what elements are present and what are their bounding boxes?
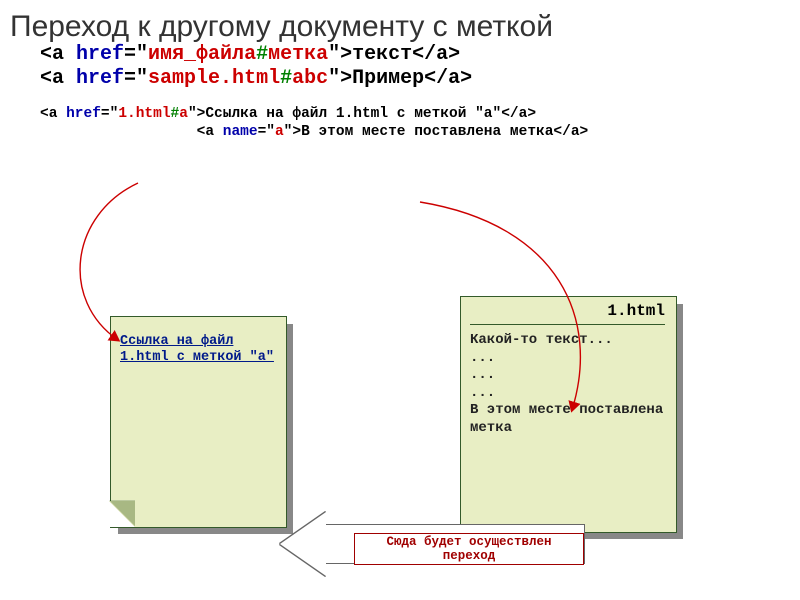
code-block-small: <a href="1.html#a">Ссылка на файл 1.html… — [0, 105, 800, 141]
attr-value-anchor: a — [179, 106, 188, 122]
hash: # — [256, 43, 268, 66]
attr-value: a — [275, 124, 284, 140]
tag-close: </a> — [412, 43, 460, 66]
tag-close: </a> — [501, 106, 536, 122]
quote-close: "> — [188, 106, 205, 122]
slide-title: Переход к другому документу с меткой — [0, 0, 800, 43]
indent — [40, 124, 197, 140]
code-line-2: <a href="sample.html#abc">Пример</a> — [40, 67, 800, 91]
attr-name: name — [223, 124, 258, 140]
attr-value-file: 1.html — [118, 106, 170, 122]
tag-open: <a — [40, 67, 76, 90]
link-text: В этом месте поставлена метка — [301, 124, 553, 140]
link-text: Ссылка на файл 1.html с меткой "a" — [205, 106, 501, 122]
arrow-head-icon — [280, 512, 326, 576]
attr-name: href — [76, 67, 124, 90]
equals: =" — [124, 67, 148, 90]
source-document: Ссылка на файл 1.html с меткой "a" — [110, 316, 285, 526]
hash: # — [280, 67, 292, 90]
target-document: 1.html Какой-то текст... ... ... ... В э… — [460, 296, 675, 531]
transition-arrow: Сюда будет осуществлен переход — [280, 512, 610, 578]
doc-body-text: Какой-то текст... ... ... ... В этом мес… — [470, 332, 665, 437]
hash: # — [171, 106, 180, 122]
equals: =" — [101, 106, 118, 122]
doc-fold-icon — [109, 501, 135, 527]
tag-open: <a — [197, 124, 223, 140]
attr-value-anchor: метка — [268, 43, 328, 66]
attr-name: href — [66, 106, 101, 122]
tag-close: </a> — [424, 67, 472, 90]
divider — [470, 324, 665, 325]
quote-close: "> — [328, 67, 352, 90]
doc-link-text: Ссылка на файл 1.html с меткой "a" — [120, 334, 275, 366]
attr-name: href — [76, 43, 124, 66]
quote-close: "> — [284, 124, 301, 140]
tag-close: </a> — [553, 124, 588, 140]
arrow-caption: Сюда будет осуществлен переход — [354, 533, 584, 565]
diagram: Ссылка на файл 1.html с меткой "a" 1.htm… — [0, 260, 800, 600]
attr-value-file: sample.html — [148, 67, 280, 90]
tag-open: <a — [40, 106, 66, 122]
equals: =" — [258, 124, 275, 140]
code-block-main: <a href="имя_файла#метка">текст</a> <a h… — [0, 43, 800, 91]
equals: =" — [124, 43, 148, 66]
attr-value-anchor: abc — [292, 67, 328, 90]
quote-close: "> — [328, 43, 352, 66]
link-text: текст — [352, 43, 412, 66]
code-line-1: <a href="имя_файла#метка">текст</a> — [40, 43, 800, 67]
attr-value-file: имя_файла — [148, 43, 256, 66]
doc-title: 1.html — [607, 302, 665, 320]
link-text: Пример — [352, 67, 424, 90]
tag-open: <a — [40, 43, 76, 66]
code-small-line-2: <a name="a">В этом месте поставлена метк… — [40, 123, 800, 141]
code-small-line-1: <a href="1.html#a">Ссылка на файл 1.html… — [40, 105, 800, 123]
